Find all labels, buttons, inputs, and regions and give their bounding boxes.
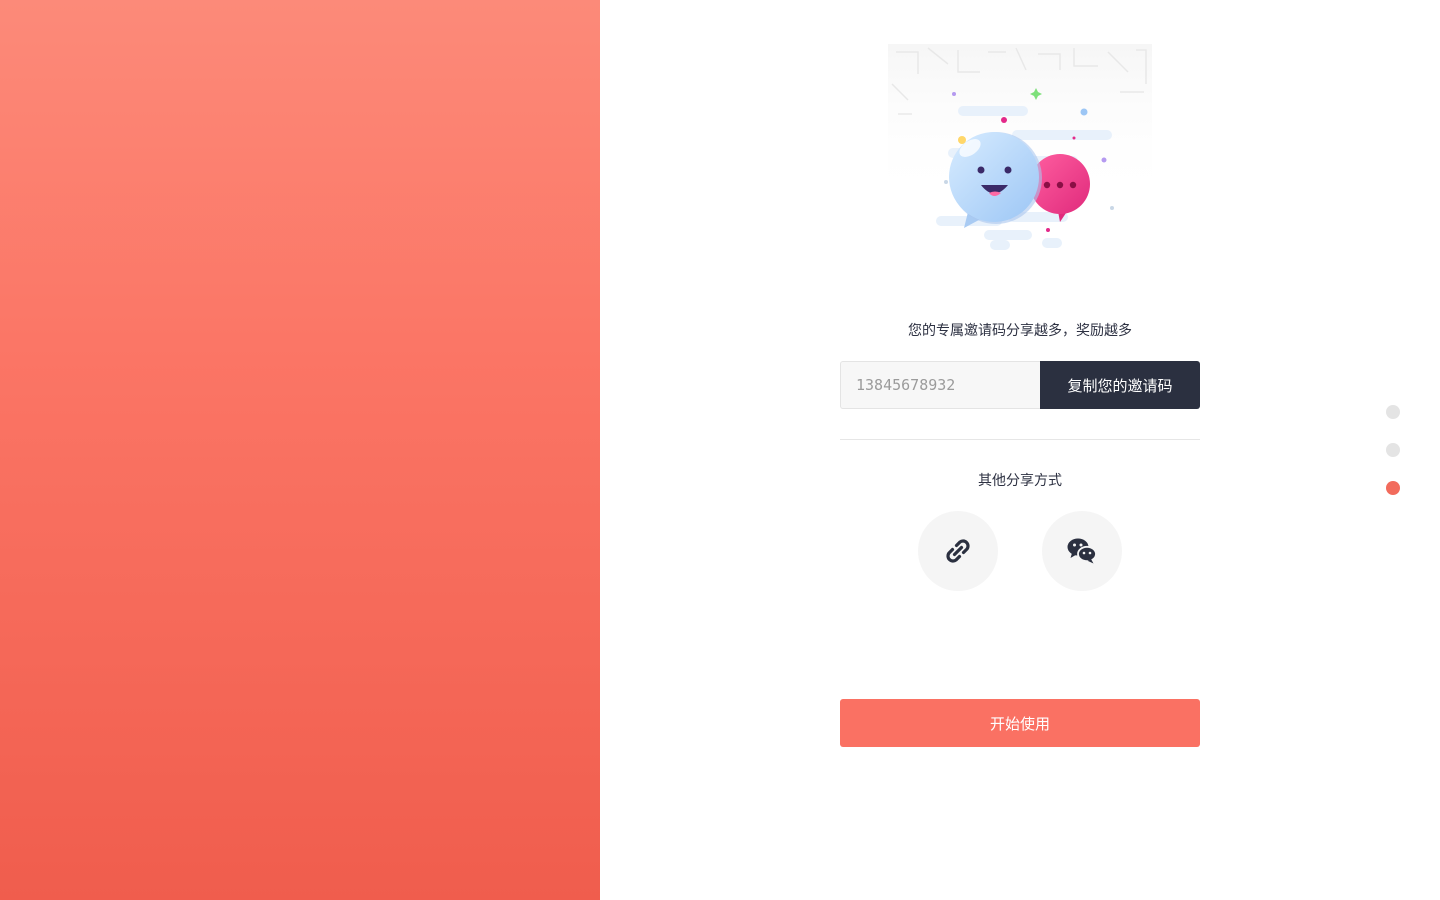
pager-dot-2[interactable]: [1386, 443, 1400, 457]
onboarding-content: 您的专属邀请码分享越多，奖励越多 复制您的邀请码 其他分享方式 开始使用: [600, 0, 1440, 900]
wechat-icon: [1067, 538, 1097, 564]
share-link-button[interactable]: [918, 511, 998, 591]
invite-headline: 您的专属邀请码分享越多，奖励越多: [908, 323, 1132, 339]
copy-invite-code-button[interactable]: 复制您的邀请码: [1040, 361, 1200, 409]
pager-dot-3-active[interactable]: [1386, 481, 1400, 495]
share-wechat-button[interactable]: [1042, 511, 1122, 591]
start-using-button[interactable]: 开始使用: [840, 699, 1200, 747]
chat-bubbles-illustration: [888, 44, 1152, 250]
invite-code-input[interactable]: [840, 361, 1040, 409]
left-gradient-panel: [0, 0, 600, 900]
invite-code-row: 复制您的邀请码: [840, 361, 1200, 409]
other-share-title: 其他分享方式: [978, 473, 1062, 489]
divider: [840, 439, 1200, 440]
link-icon: [946, 539, 970, 563]
pager-dot-1[interactable]: [1386, 405, 1400, 419]
